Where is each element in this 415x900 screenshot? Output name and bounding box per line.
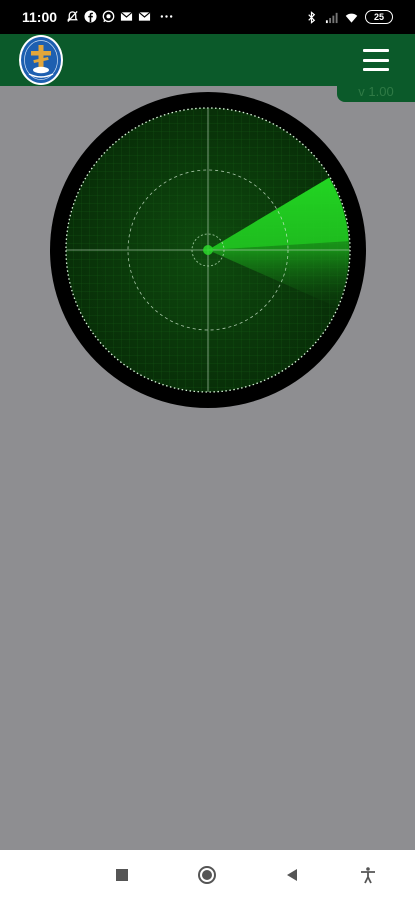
- status-bar: 11:00 25: [0, 0, 415, 34]
- hamburger-menu-icon[interactable]: [363, 49, 389, 71]
- back-icon[interactable]: [279, 862, 305, 888]
- mail-icon: [138, 11, 151, 21]
- wifi-icon: [345, 13, 358, 23]
- mute-icon: [67, 10, 78, 23]
- bluetooth-icon: [308, 10, 316, 24]
- accessibility-icon[interactable]: [355, 862, 381, 888]
- more-icon: [160, 15, 173, 18]
- status-time: 11:00: [22, 9, 58, 25]
- home-icon[interactable]: [194, 862, 220, 888]
- navigation-bar: [0, 850, 415, 900]
- radar-display: [50, 92, 366, 408]
- whatsapp-icon: [102, 10, 115, 23]
- battery-indicator: 25: [365, 10, 393, 24]
- facebook-icon: [84, 10, 97, 23]
- church-logo: [19, 35, 63, 85]
- radar-center: [203, 245, 213, 255]
- notification-icons: [66, 10, 173, 23]
- signal-icon: [325, 12, 338, 23]
- system-icons: 25: [305, 10, 393, 24]
- mail-icon: [120, 11, 133, 21]
- recents-icon[interactable]: [109, 862, 135, 888]
